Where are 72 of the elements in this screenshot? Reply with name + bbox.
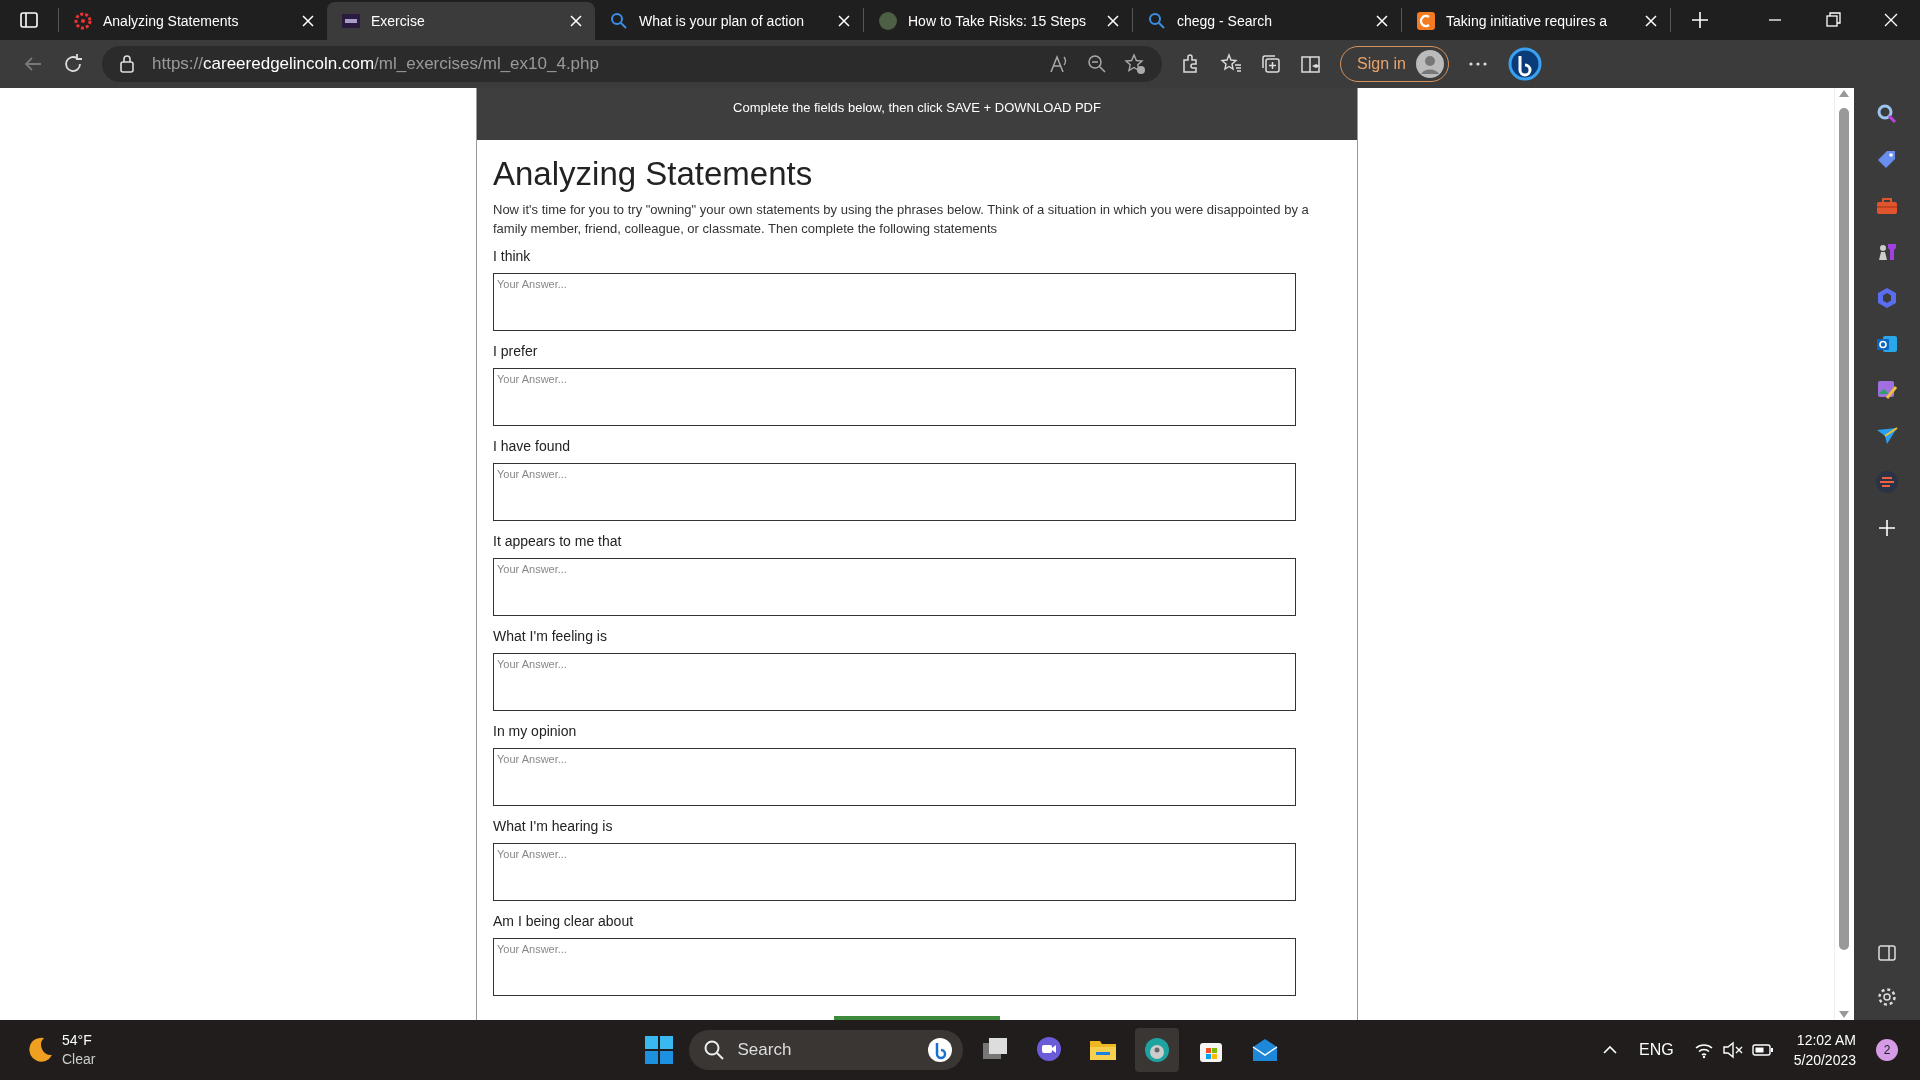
field-label: I prefer: [493, 341, 539, 361]
field-label: What I'm feeling is: [493, 626, 608, 646]
clock-time[interactable]: 12:02 AM: [1796, 1030, 1856, 1050]
close-icon[interactable]: [569, 14, 583, 28]
page-title: Analyzing Statements: [493, 154, 814, 194]
intro-text: Now it's time for you to try "owning" your own statements by using the phrases below. Think of a situation in which you were disappointed by a family member, friend, colleague, or classmate. Then complete the following statements: [493, 200, 1310, 238]
mute-icon[interactable]: [1721, 1041, 1744, 1059]
language-indicator[interactable]: ENG: [1639, 1038, 1674, 1062]
new-tab-icon[interactable]: [1690, 10, 1710, 30]
search-icon: [703, 1039, 726, 1061]
browser-tab[interactable]: Exercise: [327, 2, 595, 40]
restore-icon[interactable]: [1823, 10, 1843, 30]
close-icon[interactable]: [1106, 14, 1120, 28]
answer-field[interactable]: Your Answer...: [493, 842, 1296, 901]
circle-icon: [878, 11, 898, 31]
zoom-out-icon[interactable]: [1086, 53, 1108, 75]
search-icon: [609, 11, 629, 31]
tab-title: Analyzing Statements: [103, 11, 240, 31]
browser-tab[interactable]: How to Take Risks: 15 Steps: [864, 2, 1132, 40]
letter-c-icon: [1416, 11, 1436, 31]
star-add-icon[interactable]: [1124, 53, 1146, 75]
field-label: I have found: [493, 436, 572, 456]
taskbar-search[interactable]: Search: [689, 1030, 964, 1070]
search-icon: [1147, 11, 1167, 31]
tab-title: chegg - Search: [1177, 11, 1273, 31]
collections-icon[interactable]: [1260, 53, 1282, 75]
chat-bubble-icon[interactable]: [1506, 46, 1543, 82]
browser-tab[interactable]: Analyzing Statements: [59, 2, 327, 40]
chat-bubble-icon: [927, 1037, 954, 1063]
field-label: What I'm hearing is: [493, 816, 614, 836]
avatar-icon: [1415, 50, 1444, 78]
ring-icon: [73, 11, 93, 31]
settings-icon[interactable]: [1875, 986, 1898, 1008]
tab-title: Taking initiative requires a: [1446, 11, 1609, 31]
close-icon[interactable]: [301, 14, 315, 28]
lock-icon: [118, 54, 136, 74]
answer-field[interactable]: Your Answer...: [493, 937, 1296, 996]
notification-count[interactable]: 2: [1876, 1039, 1898, 1061]
answer-field[interactable]: Your Answer...: [493, 367, 1296, 426]
answer-field[interactable]: Your Answer...: [493, 272, 1296, 331]
field-label: I think: [493, 246, 532, 266]
close-icon[interactable]: [837, 14, 851, 28]
tab-title: Exercise: [371, 11, 426, 31]
book-icon[interactable]: [1300, 53, 1322, 75]
browser-tab[interactable]: chegg - Search: [1133, 2, 1401, 40]
close-icon[interactable]: [1644, 14, 1658, 28]
field-label: Am I being clear about: [493, 911, 635, 931]
field-label: It appears to me that: [493, 531, 623, 551]
temperature: 54°F: [62, 1031, 93, 1050]
answer-field[interactable]: Your Answer...: [493, 462, 1296, 521]
logo-icon: [341, 11, 361, 31]
scroll-thumb[interactable]: [1839, 108, 1850, 950]
clock-date[interactable]: 5/20/2023: [1793, 1050, 1856, 1070]
battery-icon[interactable]: [1751, 1041, 1774, 1059]
tab-title: How to Take Risks: 15 Steps: [908, 11, 1087, 31]
browser-tab[interactable]: Taking initiative requires a: [1402, 2, 1670, 40]
answer-field[interactable]: Your Answer...: [493, 557, 1296, 616]
wifi-icon[interactable]: [1693, 1041, 1714, 1059]
instruction-banner: Complete the fields below, then click SAVE + DOWNLOAD PDF: [477, 88, 1357, 140]
sidebar-toggle-icon[interactable]: [1875, 942, 1898, 964]
answer-field[interactable]: Your Answer...: [493, 747, 1296, 806]
tab-title: What is your plan of action: [639, 11, 805, 31]
answer-field[interactable]: Your Answer...: [493, 652, 1296, 711]
refresh-icon[interactable]: [62, 53, 84, 75]
list-bars-icon[interactable]: [1874, 470, 1899, 494]
close-icon[interactable]: [1375, 14, 1389, 28]
favorites-icon[interactable]: [1220, 53, 1242, 75]
field-label: In my opinion: [493, 721, 578, 741]
windows-start-icon[interactable]: [644, 1035, 675, 1065]
browser-tab[interactable]: What is your plan of action: [595, 2, 863, 40]
weather-condition: Clear: [62, 1050, 96, 1069]
tab-actions-icon[interactable]: [19, 10, 39, 30]
